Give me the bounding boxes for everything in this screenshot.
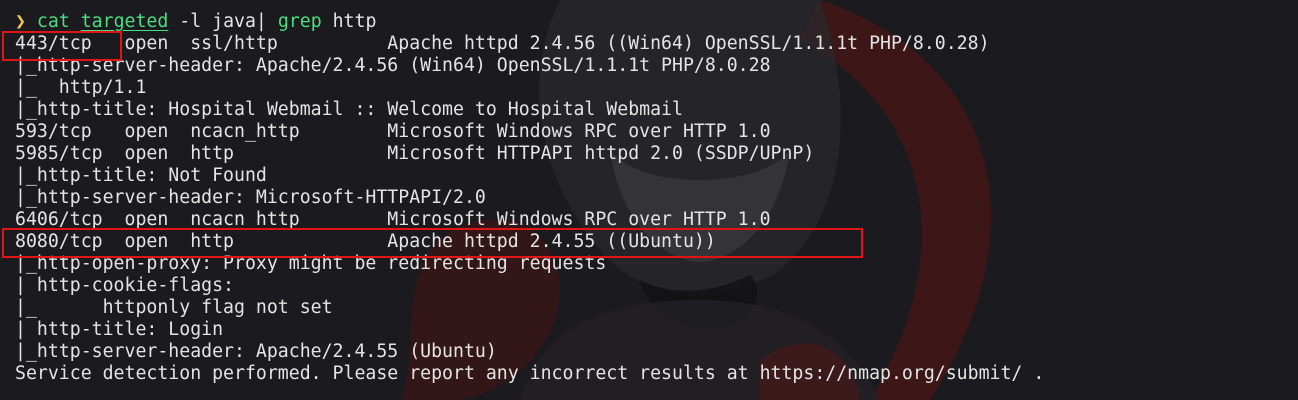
output-line: |_http-title: Hospital Webmail :: Welcom… [15, 99, 683, 120]
port-443-highlight [2, 31, 122, 61]
output-line: 5985/tcp open http Microsoft HTTPAPI htt… [15, 143, 815, 164]
command-line: ❯ cat targeted -l java| grep http [15, 11, 376, 33]
output-line: |_ httponly flag not set [15, 297, 333, 318]
terminal-output: ❯ cat targeted -l java| grep http 443/tc… [0, 0, 1298, 400]
command-flag-arg: -l java| [179, 11, 267, 32]
port-8080-row-highlight [2, 228, 863, 258]
prompt-symbol: ❯ [15, 11, 26, 32]
output-line: Service detection performed. Please repo… [15, 363, 1045, 384]
output-line: |_http-server-header: Apache/2.4.56 (Win… [15, 55, 771, 76]
output-line: |_ http/1.1 [15, 77, 147, 98]
output-line: | http-title: Login [15, 319, 224, 340]
output-line-443: 443/tcp open ssl/http Apache httpd 2.4.5… [15, 33, 990, 54]
output-line: |_http-title: Not Found [15, 165, 267, 186]
pipe-command: grep [277, 11, 322, 32]
output-line: 593/tcp open ncacn_http Microsoft Window… [15, 121, 771, 142]
pipe-arg: http [332, 11, 377, 32]
output-line: | http-cookie-flags: [15, 275, 234, 296]
command-name: cat [36, 11, 70, 32]
command-file-arg: targeted [80, 11, 169, 32]
output-line: |_http-server-header: Apache/2.4.55 (Ubu… [15, 341, 497, 362]
output-line: |_http-server-header: Microsoft-HTTPAPI/… [15, 187, 486, 208]
